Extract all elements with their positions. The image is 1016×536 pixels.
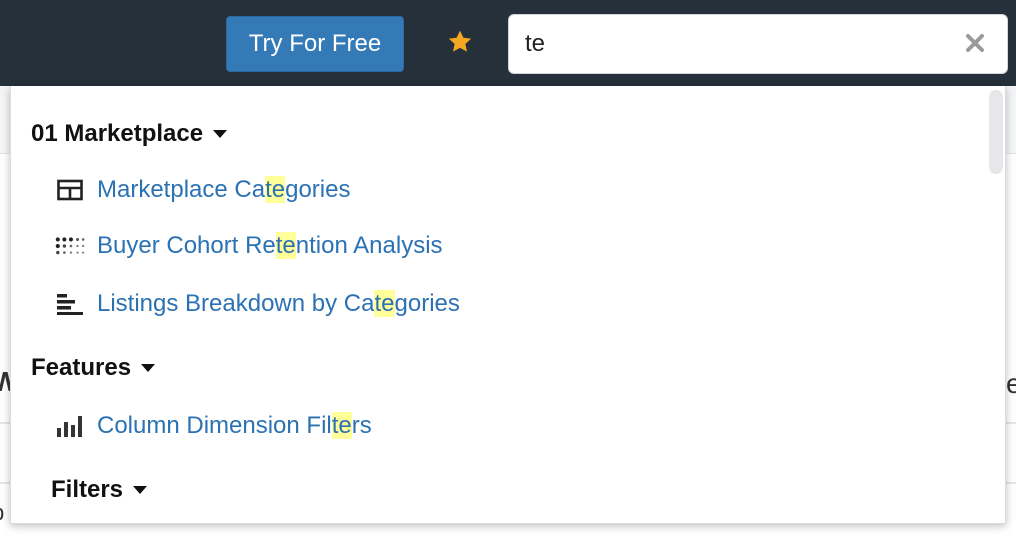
search-results-dropdown: 01 Marketplace Marketplace Categories Bu… bbox=[10, 86, 1006, 524]
group-header-filters[interactable]: Filters bbox=[51, 476, 148, 504]
result-item-buyer-cohort-retention[interactable]: Buyer Cohort Retention Analysis bbox=[55, 226, 443, 266]
result-item-marketplace-categories[interactable]: Marketplace Categories bbox=[55, 170, 350, 210]
match-highlight: te bbox=[374, 290, 395, 317]
caret-down-icon bbox=[141, 364, 156, 372]
result-label: Marketplace Categories bbox=[97, 176, 351, 203]
horizontal-bar-chart-icon bbox=[55, 289, 85, 319]
caret-down-icon bbox=[213, 130, 228, 138]
group-title: Filters bbox=[51, 476, 124, 503]
match-highlight: te bbox=[275, 232, 296, 259]
group-title: 01 Marketplace bbox=[31, 120, 204, 147]
group-header-features[interactable]: Features bbox=[31, 354, 156, 382]
background-text: p bbox=[0, 500, 4, 526]
group-title: Features bbox=[31, 354, 132, 381]
result-label: Column Dimension Filters bbox=[97, 412, 372, 439]
table-icon bbox=[55, 175, 85, 205]
scrollbar-thumb[interactable] bbox=[989, 90, 1003, 174]
top-bar: Try For Free bbox=[0, 0, 1016, 86]
close-icon[interactable] bbox=[963, 31, 987, 55]
match-highlight: te bbox=[331, 412, 352, 439]
dot-matrix-icon bbox=[55, 231, 85, 261]
result-label: Buyer Cohort Retention Analysis bbox=[97, 232, 443, 259]
background-text: e bbox=[1006, 368, 1016, 399]
search-input[interactable] bbox=[525, 25, 945, 63]
result-label: Listings Breakdown by Categories bbox=[97, 290, 460, 317]
search-box bbox=[508, 14, 1008, 74]
group-header-marketplace[interactable]: 01 Marketplace bbox=[31, 120, 228, 148]
star-icon[interactable] bbox=[446, 28, 474, 56]
try-for-free-button[interactable]: Try For Free bbox=[226, 16, 404, 72]
match-highlight: te bbox=[265, 176, 286, 203]
caret-down-icon bbox=[133, 486, 148, 494]
result-item-column-dimension-filters[interactable]: Column Dimension Filters bbox=[55, 406, 372, 446]
result-item-listings-breakdown[interactable]: Listings Breakdown by Categories bbox=[55, 284, 460, 324]
column-chart-icon bbox=[55, 411, 85, 441]
